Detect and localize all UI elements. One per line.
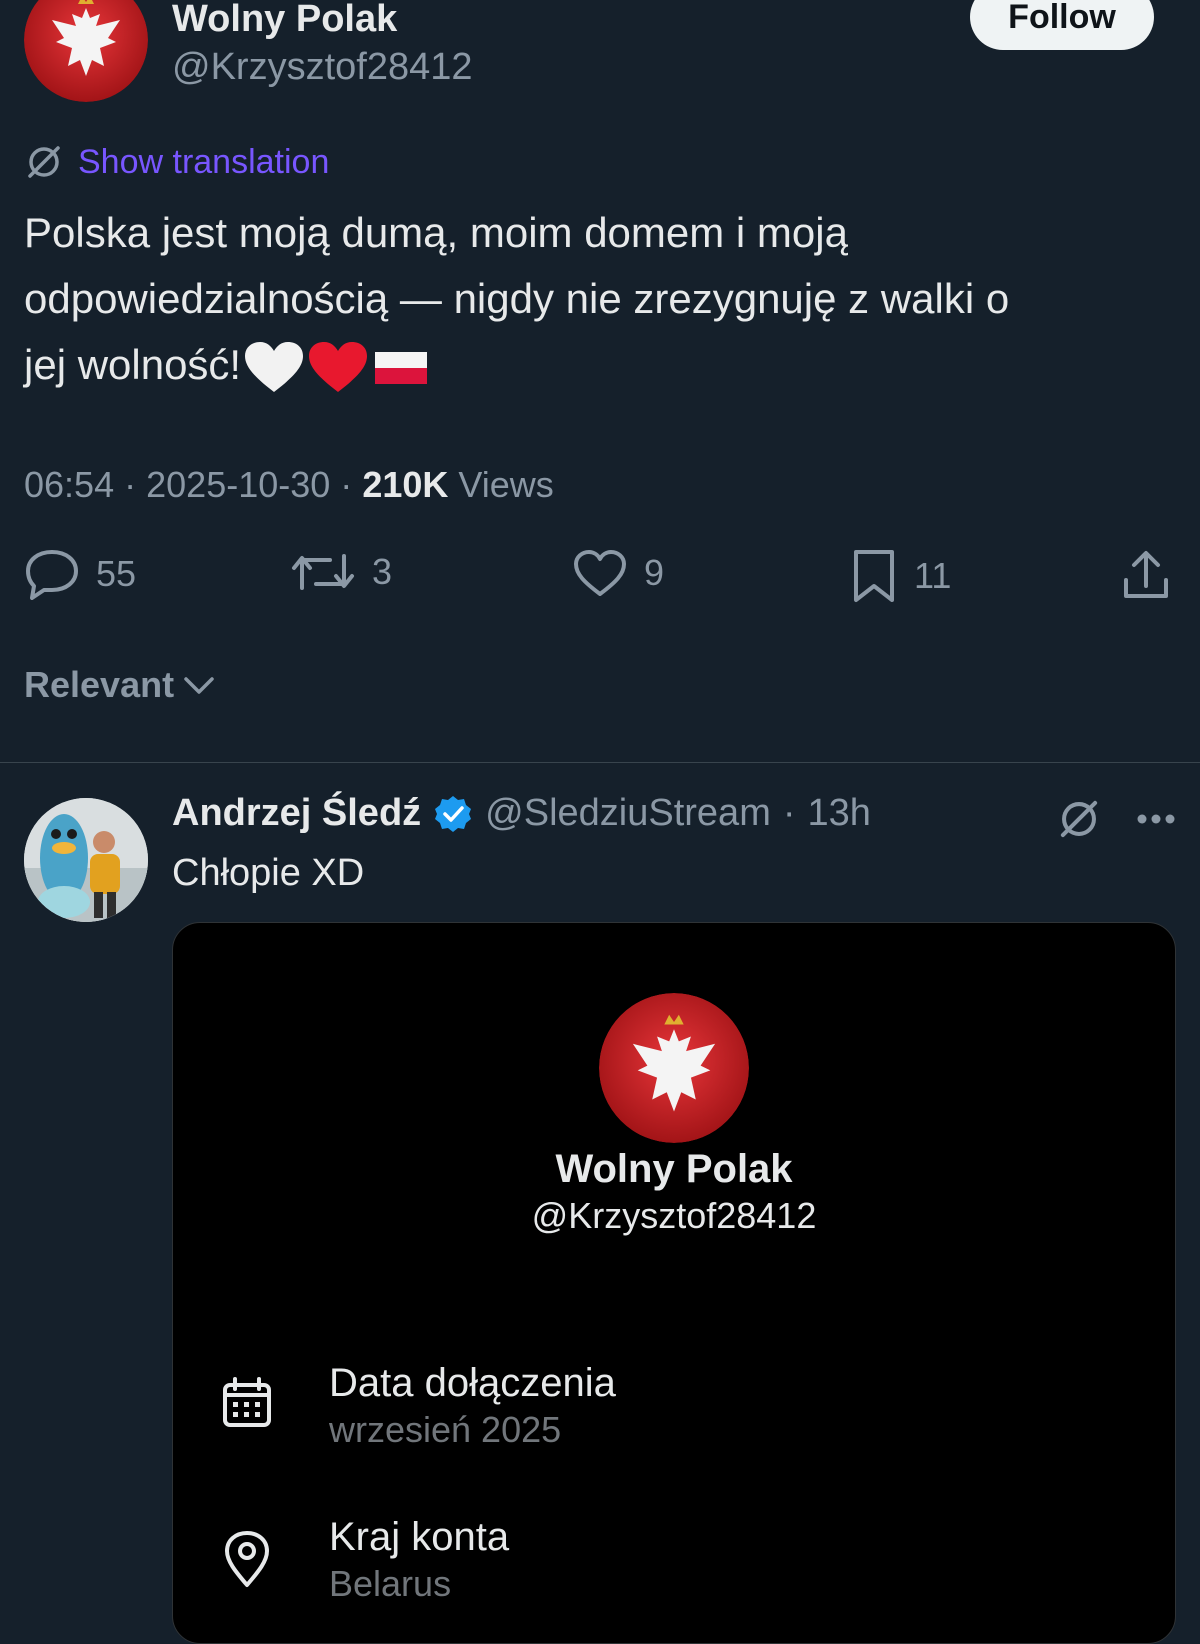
polish-eagle-avatar bbox=[24, 0, 148, 102]
views-count: 210K bbox=[362, 464, 449, 505]
location-icon-wrap bbox=[219, 1529, 275, 1594]
location-pin-icon bbox=[225, 1531, 269, 1587]
poland-flag-emoji bbox=[375, 351, 428, 384]
joined-label: Data dołączenia bbox=[329, 1361, 616, 1405]
more-icon[interactable] bbox=[1136, 812, 1176, 826]
meta-separator: · bbox=[124, 464, 137, 505]
tweet-meta: 06:54 · 2025-10-30 · 210K Views bbox=[24, 464, 554, 506]
bookmark-icon bbox=[854, 550, 894, 602]
repost-button[interactable]: 3 bbox=[290, 548, 392, 596]
reply-header: Andrzej Śledź @SledziuStream · 13h bbox=[172, 792, 871, 835]
translate-icon[interactable] bbox=[1056, 796, 1102, 842]
chevron-down-icon bbox=[184, 677, 214, 694]
author-handle[interactable]: @Krzysztof28412 bbox=[172, 46, 473, 89]
reply-text: Chłopie XD bbox=[172, 852, 365, 894]
repost-count: 3 bbox=[372, 551, 393, 592]
translate-icon bbox=[28, 146, 60, 178]
calendar-icon bbox=[223, 1377, 271, 1427]
tweet-text-line-end: jej wolność! bbox=[24, 341, 242, 388]
reply-count: 55 bbox=[96, 553, 137, 594]
reply-age[interactable]: 13h bbox=[808, 792, 871, 835]
country-label: Kraj konta bbox=[329, 1515, 510, 1559]
reply-author-avatar[interactable] bbox=[24, 798, 148, 922]
white-heart-emoji bbox=[245, 341, 304, 392]
tweet-text: Polska jest moją dumą, moim domem i moją… bbox=[24, 200, 1164, 398]
reply-actions bbox=[1056, 796, 1176, 842]
tweet-text-line: odpowiedzialnością — nigdy nie zrezygnuj… bbox=[24, 275, 1010, 322]
verified-badge-icon bbox=[435, 795, 472, 832]
tweet-date[interactable]: 2025-10-30 bbox=[146, 464, 330, 505]
card-profile-name: Wolny Polak bbox=[555, 1147, 793, 1191]
like-icon bbox=[574, 550, 626, 596]
reply-sort-dropdown[interactable]: Relevant bbox=[24, 664, 216, 706]
card-avatar bbox=[599, 993, 749, 1143]
show-translation-label: Show translation bbox=[78, 142, 330, 181]
reply-icon bbox=[26, 550, 78, 600]
reply-author-handle[interactable]: @SledziuStream bbox=[485, 792, 771, 835]
divider bbox=[0, 762, 1200, 763]
repost-icon bbox=[292, 554, 354, 590]
show-translation-link[interactable]: Show translation bbox=[24, 142, 329, 182]
reply-sort-label: Relevant bbox=[24, 664, 175, 705]
card-profile-handle: @Krzysztof28412 bbox=[531, 1195, 817, 1236]
red-heart-emoji bbox=[309, 341, 368, 392]
author-avatar[interactable] bbox=[24, 0, 148, 102]
meta-separator: · bbox=[340, 464, 353, 505]
country-value: Belarus bbox=[329, 1563, 452, 1604]
reply-author-name[interactable]: Andrzej Śledź bbox=[172, 792, 421, 835]
bookmark-button[interactable]: 11 bbox=[850, 548, 951, 604]
reply-media-card[interactable]: Wolny Polak @Krzysztof28412 Data dołącze… bbox=[172, 922, 1176, 1644]
bookmark-count: 11 bbox=[914, 555, 952, 596]
tweet-text-line: Polska jest moją dumą, moim domem i moją bbox=[24, 209, 848, 256]
tweet-text-line: jej wolność! bbox=[24, 332, 1164, 398]
joined-value: wrzesień 2025 bbox=[329, 1409, 562, 1450]
reply-avatar-image bbox=[24, 798, 148, 922]
polish-eagle-avatar bbox=[599, 993, 749, 1143]
like-button[interactable]: 9 bbox=[572, 548, 664, 598]
meta-separator: · bbox=[782, 792, 796, 834]
like-count: 9 bbox=[644, 552, 665, 593]
views-label: Views bbox=[458, 464, 554, 505]
follow-button[interactable]: Follow bbox=[970, 0, 1154, 50]
tweet-time[interactable]: 06:54 bbox=[24, 464, 114, 505]
author-name[interactable]: Wolny Polak bbox=[172, 0, 397, 41]
reply-button[interactable]: 55 bbox=[24, 548, 136, 600]
share-icon bbox=[1124, 551, 1168, 598]
calendar-icon-wrap bbox=[219, 1375, 275, 1436]
share-button[interactable] bbox=[1120, 548, 1172, 604]
